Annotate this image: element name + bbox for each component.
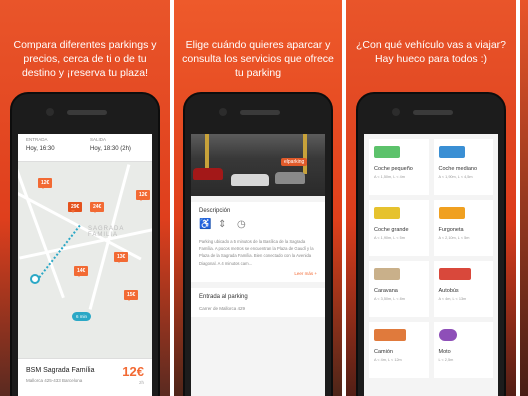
price-pin[interactable]: 15€ bbox=[124, 290, 139, 301]
vehicle-size: A < 2,10m, L < 5m bbox=[438, 236, 470, 240]
vehicle-size: A < 3,50m, L < 8m bbox=[374, 297, 405, 301]
entry-address: Carrer de Mallorca 429 bbox=[199, 305, 246, 311]
parking-price: 12€ bbox=[122, 364, 144, 379]
parking-address: Mallorca 425-433 Barcelona bbox=[26, 378, 83, 383]
map-view[interactable]: SAGRADA FAMILIA 12€ 29€ 24€ 12€ 14€ 13€ … bbox=[18, 162, 152, 358]
panel-caption: Elige cuándo quieres aparcar y consulta … bbox=[182, 39, 334, 79]
vehicle-tile[interactable]: Coche grande A < 1,90m, L < 5m bbox=[369, 200, 429, 256]
promo-panel-partial bbox=[520, 0, 528, 396]
motorbike-icon bbox=[438, 329, 457, 341]
vehicle-name: Camión bbox=[374, 349, 393, 355]
vehicle-name: Coche mediano bbox=[438, 166, 478, 172]
vehicle-screen: Coche pequeño A < 1,50m, L < 4m Coche med… bbox=[364, 134, 498, 396]
parking-card[interactable]: BSM Sagrada Família Mallorca 425-433 Bar… bbox=[18, 358, 152, 396]
speaker-grille bbox=[240, 110, 280, 115]
car-icon bbox=[374, 146, 400, 158]
price-pin-selected[interactable]: 29€ bbox=[68, 202, 83, 213]
vehicle-size: L < 2,5m bbox=[438, 358, 454, 362]
vehicle-size: A < 1,90m, L < 5m bbox=[374, 236, 405, 240]
parking-name: BSM Sagrada Família bbox=[26, 367, 95, 374]
vehicle-tile[interactable]: Furgoneta A < 2,10m, L < 5m bbox=[433, 200, 493, 256]
car-icon bbox=[374, 207, 400, 219]
exit-label: SALIDA bbox=[90, 137, 107, 142]
vehicle-name: Furgoneta bbox=[438, 227, 464, 233]
search-bar[interactable]: ENTRADA Hoy, 16:30 SALIDA Hoy, 18:30 (2h… bbox=[18, 134, 152, 162]
car-icon bbox=[438, 146, 465, 158]
phone-frame: ENTRADA Hoy, 16:30 SALIDA Hoy, 18:30 (2h… bbox=[10, 92, 160, 396]
vehicle-size: A < 4m, L < 13m bbox=[438, 297, 467, 301]
vehicle-name: Coche grande bbox=[374, 227, 409, 233]
promo-panel-services: Elige cuándo quieres aparcar y consulta … bbox=[174, 0, 342, 396]
vehicle-tile[interactable]: Caravana A < 3,50m, L < 8m bbox=[369, 261, 429, 317]
service-icons: ♿ ⇕ ◷ bbox=[199, 220, 317, 230]
camera-icon bbox=[219, 108, 227, 116]
entry-title: Entrada al parking bbox=[199, 293, 248, 300]
vehicle-grid: Coche pequeño A < 1,50m, L < 4m Coche med… bbox=[364, 134, 498, 383]
vehicle-name: Autobús bbox=[438, 288, 459, 294]
truck-icon bbox=[374, 329, 406, 341]
photo-pillar bbox=[303, 134, 307, 174]
height-limit-icon: ⇕ bbox=[218, 219, 227, 230]
walk-time-badge: 6 min bbox=[72, 312, 92, 321]
user-location-icon bbox=[30, 274, 40, 284]
photo-car bbox=[193, 168, 223, 180]
vehicle-size: A < 4m, L < 12m bbox=[374, 358, 402, 362]
bus-icon bbox=[438, 268, 471, 280]
panel-caption: ¿Con qué vehículo vas a viajar? Hay huec… bbox=[356, 39, 506, 65]
caravan-icon bbox=[374, 268, 400, 280]
parking-duration: 2h bbox=[138, 380, 144, 385]
entry-time[interactable]: Hoy, 16:30 bbox=[26, 146, 55, 152]
vehicle-name: Caravana bbox=[374, 288, 398, 294]
vehicle-name: Moto bbox=[438, 349, 451, 355]
map-district-label: SAGRADA FAMILIA bbox=[88, 226, 125, 238]
price-pin[interactable]: 12€ bbox=[38, 178, 53, 189]
phone-frame: elparking Descripción ♿ ⇕ ◷ Parking ubic… bbox=[183, 92, 333, 396]
price-pin[interactable]: 13€ bbox=[114, 252, 129, 263]
app-store-screenshots: Compara diferentes parkings y precios, c… bbox=[0, 0, 528, 396]
description-text: Parking ubicado a 5 minutos de la Basíli… bbox=[199, 239, 314, 266]
entry-section: Entrada al parking Carrer de Mallorca 42… bbox=[191, 287, 325, 317]
promo-panel-vehicles: ¿Con qué vehículo vas a viajar? Hay huec… bbox=[346, 0, 516, 396]
van-icon bbox=[438, 207, 465, 219]
entry-label: ENTRADA bbox=[26, 137, 48, 142]
camera-icon bbox=[392, 108, 400, 116]
phone-frame: Coche pequeño A < 1,50m, L < 4m Coche med… bbox=[356, 92, 506, 396]
description-section: Descripción ♿ ⇕ ◷ Parking ubicado a 5 mi… bbox=[191, 202, 325, 282]
vehicle-size: A < 1,90m, L < 4,5m bbox=[438, 175, 473, 179]
vehicle-tile[interactable]: Moto L < 2,5m bbox=[433, 322, 493, 378]
clock-icon: ◷ bbox=[237, 219, 246, 230]
description-title: Descripción bbox=[199, 208, 231, 214]
vehicle-tile[interactable]: Camión A < 4m, L < 12m bbox=[369, 322, 429, 378]
price-pin[interactable]: 24€ bbox=[90, 202, 105, 213]
speaker-grille bbox=[67, 110, 107, 115]
camera-icon bbox=[46, 108, 54, 116]
map-screen: ENTRADA Hoy, 16:30 SALIDA Hoy, 18:30 (2h… bbox=[18, 134, 152, 396]
read-more-link[interactable]: Leer más + bbox=[199, 271, 317, 276]
price-pin[interactable]: 14€ bbox=[74, 266, 89, 277]
vehicle-size: A < 1,50m, L < 4m bbox=[374, 175, 405, 179]
panel-caption: Compara diferentes parkings y precios, c… bbox=[13, 39, 157, 79]
promo-panel-compare: Compara diferentes parkings y precios, c… bbox=[0, 0, 170, 396]
vehicle-tile[interactable]: Autobús A < 4m, L < 13m bbox=[433, 261, 493, 317]
vehicle-name: Coche pequeño bbox=[374, 166, 413, 172]
price-pin[interactable]: 12€ bbox=[136, 190, 151, 201]
photo-car bbox=[275, 172, 305, 184]
parking-photo[interactable]: elparking bbox=[191, 134, 325, 196]
photo-car bbox=[231, 174, 269, 186]
accessible-icon: ♿ bbox=[199, 219, 212, 230]
detail-screen: elparking Descripción ♿ ⇕ ◷ Parking ubic… bbox=[191, 134, 325, 396]
exit-time[interactable]: Hoy, 18:30 (2h) bbox=[90, 146, 131, 152]
speaker-grille bbox=[413, 110, 453, 115]
vehicle-tile[interactable]: Coche mediano A < 1,90m, L < 4,5m bbox=[433, 139, 493, 195]
parking-sign: elparking bbox=[281, 158, 308, 166]
vehicle-tile[interactable]: Coche pequeño A < 1,50m, L < 4m bbox=[369, 139, 429, 195]
